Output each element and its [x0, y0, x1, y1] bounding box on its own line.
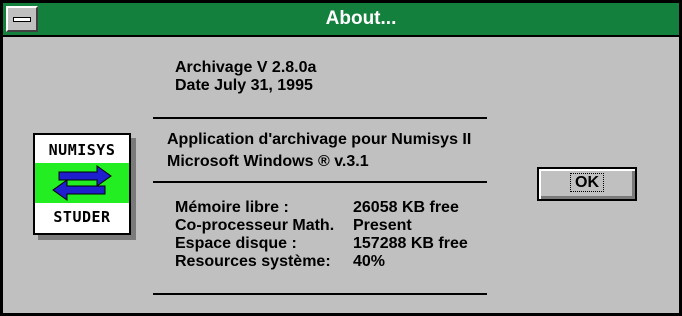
- info-value: 26058 KB free: [353, 199, 459, 216]
- about-dialog: About... NUMISYS II STUDER Archivage V 2…: [0, 0, 682, 316]
- app-name-version: Archivage V 2.8.0a: [175, 59, 317, 76]
- app-date: Date July 31, 1995: [175, 77, 313, 94]
- exchange-arrows-icon: [52, 165, 112, 201]
- info-label: Co-processeur Math.: [175, 217, 335, 234]
- logo-arrows-panel: [35, 163, 129, 203]
- info-value: 40%: [353, 253, 386, 270]
- dialog-body: NUMISYS II STUDER Archivage V 2.8.0a Dat…: [3, 37, 679, 313]
- info-value: 157288 KB free: [353, 235, 468, 252]
- title-bar[interactable]: About...: [3, 3, 679, 37]
- info-label: Espace disque :: [175, 235, 297, 252]
- info-label: Mémoire libre :: [175, 199, 289, 216]
- ok-button[interactable]: OK: [537, 167, 637, 201]
- window-title: About...: [325, 8, 397, 29]
- logo-top-text: NUMISYS II: [48, 141, 116, 185]
- divider: [153, 181, 487, 183]
- ok-button-label: OK: [570, 173, 604, 192]
- logo-bottom-text: STUDER: [53, 208, 111, 226]
- app-description: Application d'archivage pour Numisys II: [167, 131, 472, 148]
- divider: [153, 117, 487, 119]
- system-menu-button[interactable]: [6, 6, 38, 32]
- system-menu-icon: [13, 17, 31, 22]
- divider: [153, 293, 487, 295]
- info-label: Resources système:: [175, 253, 331, 270]
- info-value: Present: [353, 217, 412, 234]
- numisys-logo: NUMISYS II STUDER: [33, 133, 131, 235]
- platform-info: Microsoft Windows ® v.3.1: [167, 153, 369, 170]
